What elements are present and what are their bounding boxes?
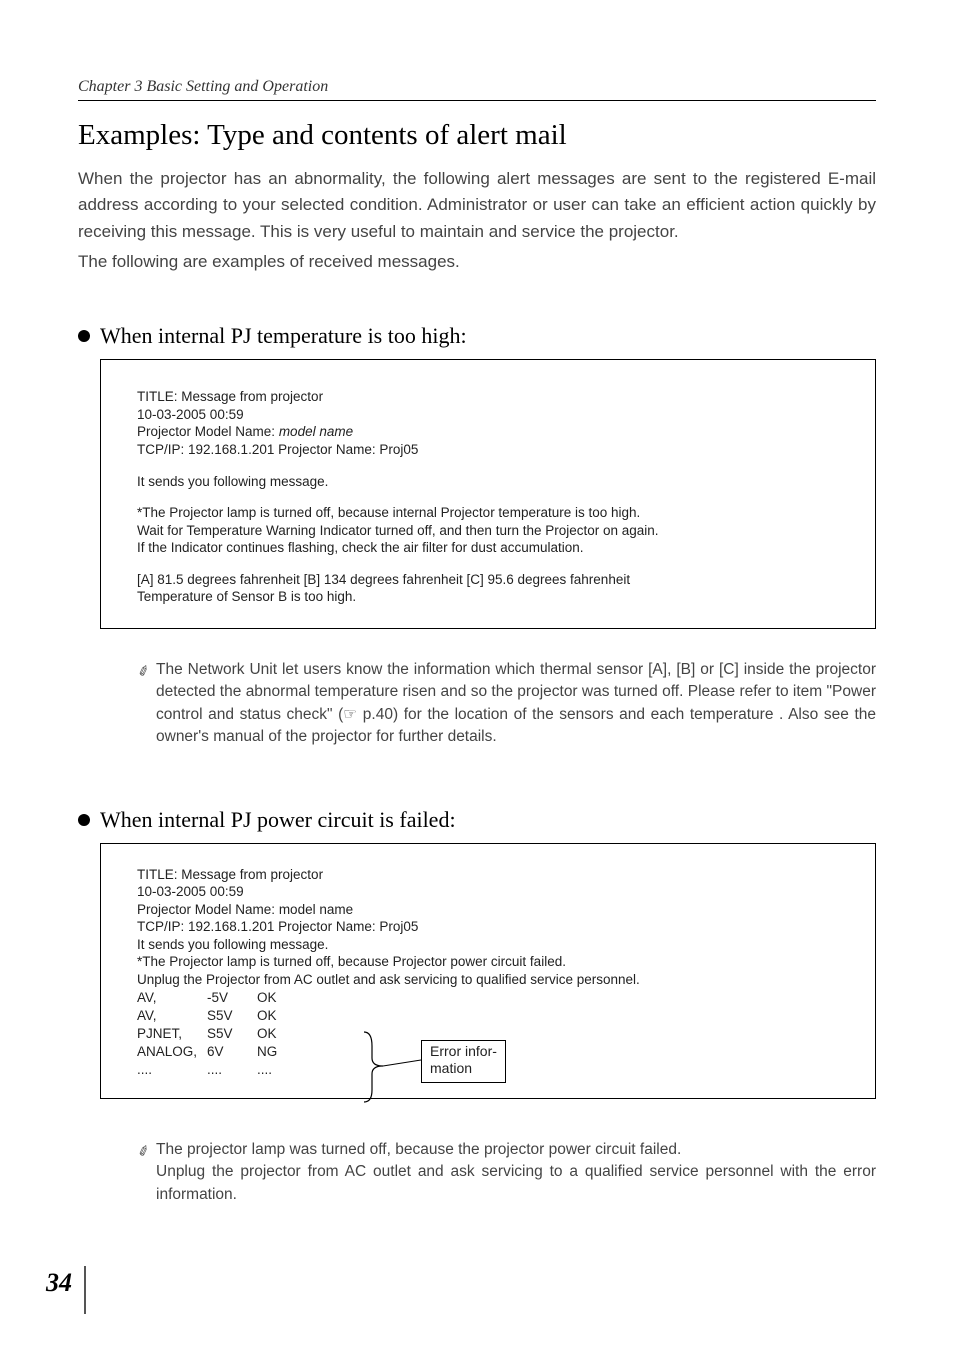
note-text: The Network Unit let users know the info… xyxy=(156,661,876,745)
following-line: The following are examples of received m… xyxy=(78,249,876,275)
intro-paragraph: When the projector has an abnormality, t… xyxy=(78,166,876,245)
error-cell: .... xyxy=(207,1061,257,1079)
error-cell: AV, xyxy=(137,989,207,1007)
email-example-power-failed: TITLE: Message from projector 10-03-2005… xyxy=(100,843,876,1099)
msg-body-line: Wait for Temperature Warning Indicator t… xyxy=(137,522,851,540)
email-example-temp-high: TITLE: Message from projector 10-03-2005… xyxy=(100,359,876,628)
bullet-icon xyxy=(78,330,90,342)
note-icon: ✐ xyxy=(135,659,153,682)
note-text-line1: The projector lamp was turned off, becau… xyxy=(156,1141,681,1158)
error-cell: ANALOG, xyxy=(137,1043,207,1061)
msg-title: TITLE: Message from projector xyxy=(137,388,851,406)
note-power-failed: ✐ The projector lamp was turned off, bec… xyxy=(138,1139,876,1206)
error-cell: 6V xyxy=(207,1043,257,1061)
msg-date: 10-03-2005 00:59 xyxy=(137,883,851,901)
note-icon: ✐ xyxy=(135,1139,153,1162)
msg-sends-line: It sends you following message. xyxy=(137,473,851,491)
msg-body-line: *The Projector lamp is turned off, becau… xyxy=(137,504,851,522)
page-number: 34 xyxy=(46,1268,72,1298)
error-cell: OK xyxy=(257,1025,297,1043)
callout-label: Error infor- mation xyxy=(421,1040,506,1083)
error-cell: S5V xyxy=(207,1025,257,1043)
section-heading-temp-high: When internal PJ temperature is too high… xyxy=(78,323,876,349)
section-heading-text: When internal PJ power circuit is failed… xyxy=(100,807,456,833)
msg-body-line: Unplug the Projector from AC outlet and … xyxy=(137,971,851,989)
msg-body-line: *The Projector lamp is turned off, becau… xyxy=(137,953,851,971)
error-cell: .... xyxy=(137,1061,207,1079)
error-cell: .... xyxy=(257,1061,297,1079)
error-cell: OK xyxy=(257,989,297,1007)
error-cell: AV, xyxy=(137,1007,207,1025)
msg-temps-line: [A] 81.5 degrees fahrenheit [B] 134 degr… xyxy=(137,571,851,589)
msg-sends-line: It sends you following message. xyxy=(137,936,851,954)
bullet-icon xyxy=(78,814,90,826)
note-temp-high: ✐ The Network Unit let users know the in… xyxy=(138,659,876,749)
msg-tcpip: TCP/IP: 192.168.1.201 Projector Name: Pr… xyxy=(137,918,851,936)
msg-title: TITLE: Message from projector xyxy=(137,866,851,884)
msg-date: 10-03-2005 00:59 xyxy=(137,406,851,424)
error-cell: S5V xyxy=(207,1007,257,1025)
main-title: Examples: Type and contents of alert mai… xyxy=(78,119,876,152)
section-heading-power-failed: When internal PJ power circuit is failed… xyxy=(78,807,876,833)
msg-sensor-line: Temperature of Sensor B is too high. xyxy=(137,588,851,606)
error-cell: -5V xyxy=(207,989,257,1007)
error-info-callout: Error infor- mation xyxy=(359,1028,559,1100)
note-text-line2: Unplug the projector from AC outlet and … xyxy=(156,1161,876,1206)
msg-tcpip: TCP/IP: 192.168.1.201 Projector Name: Pr… xyxy=(137,441,851,459)
chapter-header: Chapter 3 Basic Setting and Operation xyxy=(78,78,876,101)
page-number-accent-bar xyxy=(84,1266,86,1314)
error-cell: OK xyxy=(257,1007,297,1025)
brace-icon xyxy=(359,1028,423,1106)
msg-body-line: If the Indicator continues flashing, che… xyxy=(137,539,851,557)
msg-model: Projector Model Name: model name xyxy=(137,423,851,441)
error-cell: PJNET, xyxy=(137,1025,207,1043)
error-cell: NG xyxy=(257,1043,297,1061)
msg-model: Projector Model Name: model name xyxy=(137,901,851,919)
section-heading-text: When internal PJ temperature is too high… xyxy=(100,323,467,349)
